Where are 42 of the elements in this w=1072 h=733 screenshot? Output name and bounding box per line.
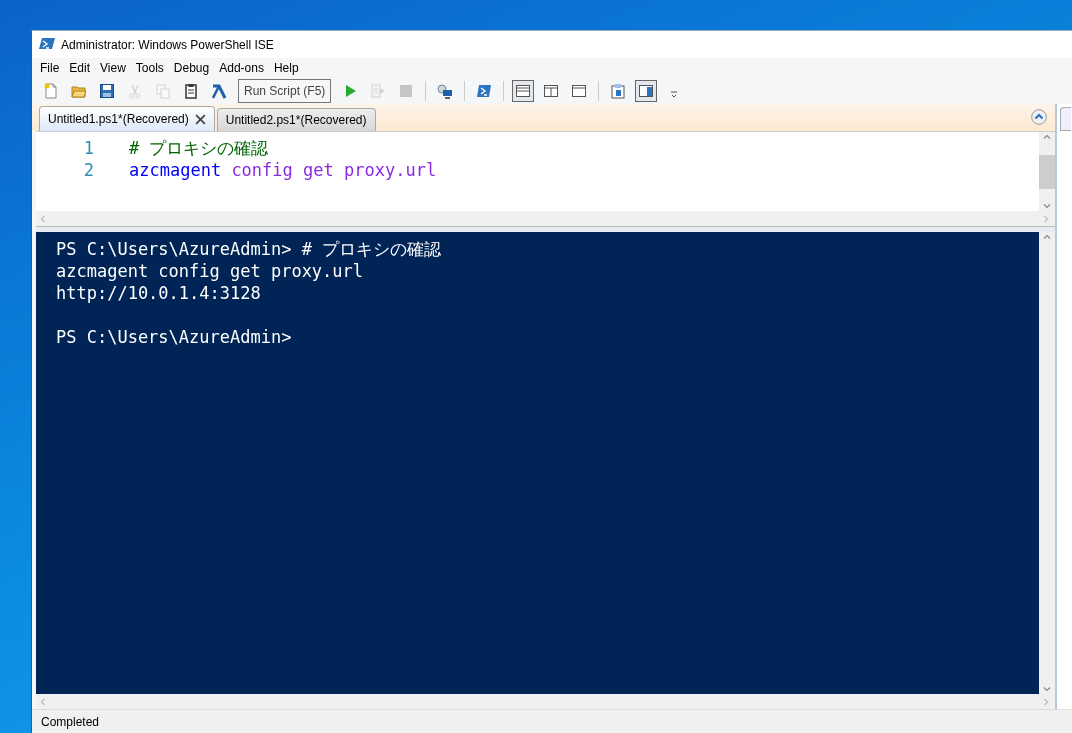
horizontal-scrollbar[interactable] [36, 211, 1055, 226]
side-tab[interactable] [1060, 107, 1071, 131]
menu-item[interactable]: Tools [130, 61, 169, 78]
code-line: azcmagent config get proxy.url [129, 159, 437, 181]
scroll-right-icon[interactable] [1041, 213, 1051, 224]
powershell-icon [39, 37, 55, 52]
scroll-up-icon[interactable] [1042, 132, 1052, 142]
console-line: PS C:\Users\AzureAdmin> # プロキシの確認 [56, 239, 442, 259]
console-line: http://10.0.1.4:3128 [56, 283, 261, 303]
menu-item[interactable]: View [95, 61, 131, 78]
line-number: 1 [82, 137, 94, 159]
scroll-left-icon[interactable] [38, 213, 48, 224]
menu-item[interactable]: Edit [64, 61, 96, 78]
scroll-down-icon[interactable] [1042, 201, 1052, 211]
console-line: azcmagent config get proxy.url [56, 261, 364, 281]
vertical-scrollbar[interactable] [1039, 132, 1055, 211]
window-title: Administrator: Windows PowerShell ISE [61, 37, 274, 52]
line-number: 2 [82, 159, 94, 181]
menu-item[interactable]: Debug [168, 61, 215, 78]
scrollbar-thumb[interactable] [1039, 154, 1055, 189]
console-pane[interactable]: PS C:\Users\AzureAdmin> # プロキシの確認 azcmagent config get proxy.url http://10.0.1.4:3128 PS C:\Users\AzureAdmin> [36, 232, 1039, 694]
close-icon[interactable] [194, 113, 206, 125]
code-line: # プロキシの確認 [129, 137, 269, 159]
tooltip: Run Script (F5) [238, 79, 332, 103]
side-pane-icon[interactable] [635, 80, 658, 102]
vertical-scrollbar[interactable] [1039, 232, 1055, 694]
menu-item[interactable]: Add-ons [214, 61, 269, 78]
scroll-down-icon[interactable] [1042, 684, 1052, 694]
collapse-icon[interactable] [1031, 109, 1047, 125]
tab[interactable]: Untitled1.ps1*(Recovered) [39, 106, 215, 131]
splitter[interactable] [36, 226, 1055, 232]
script-editor[interactable]: 1 # プロキシの確認 2 azcmagent config get proxy.url [36, 131, 1055, 226]
scroll-up-icon[interactable] [1042, 232, 1052, 242]
horizontal-scrollbar[interactable] [36, 694, 1055, 709]
console-line: PS C:\Users\AzureAdmin> [56, 327, 292, 347]
tab[interactable]: Untitled2.ps1*(Recovered) [216, 108, 376, 131]
menu-item[interactable]: File [35, 61, 65, 78]
scroll-left-icon[interactable] [38, 696, 48, 707]
scroll-right-icon[interactable] [1041, 696, 1051, 707]
menu-item[interactable]: Help [268, 61, 304, 78]
status-text: Completed [41, 714, 100, 729]
pane-layout-icon[interactable] [512, 80, 535, 102]
